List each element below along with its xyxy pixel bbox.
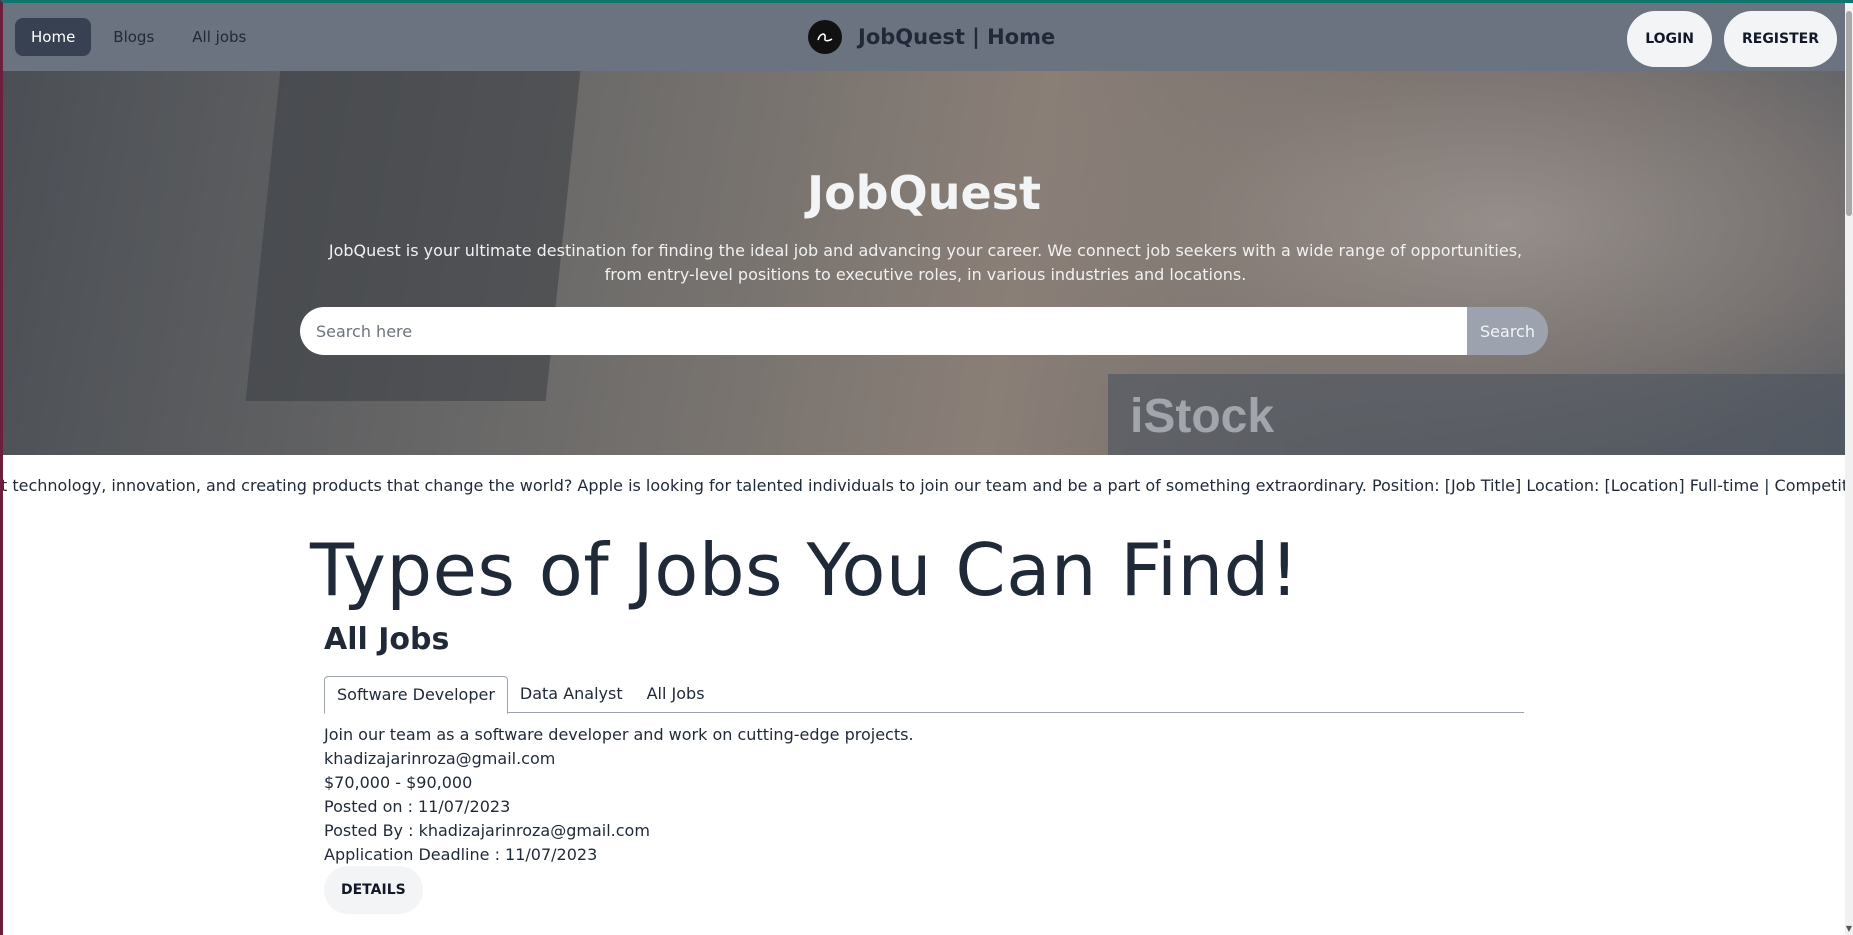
job-description: Join our team as a software developer an… [324, 725, 914, 744]
job-marquee: t technology, innovation, and creating p… [3, 474, 1845, 500]
scrollbar-thumb[interactable] [1846, 11, 1852, 216]
details-button[interactable]: DETAILS [324, 866, 423, 914]
job-salary: $70,000 - $90,000 [324, 773, 473, 792]
login-button[interactable]: LOGIN [1627, 11, 1712, 67]
brand[interactable]: JobQuest | Home [808, 20, 1055, 54]
job-category-tabs: Software Developer Data Analyst All Jobs [324, 676, 1524, 714]
job-email: khadizajarinroza@gmail.com [324, 749, 556, 768]
brand-logo-icon [808, 20, 842, 54]
scroll-down-arrow-icon[interactable]: ▼ [1845, 925, 1853, 933]
hero-title: JobQuest [806, 166, 1042, 220]
hero-banner: iStock JobQuest JobQuest is your ultimat… [3, 71, 1845, 455]
search-input[interactable] [300, 307, 1467, 355]
hero-description: JobQuest is your ultimate destination fo… [328, 241, 1523, 284]
navbar: Home Blogs All jobs JobQuest | Home LOGI… [3, 3, 1845, 71]
logo-mark-icon [817, 33, 833, 42]
register-button[interactable]: REGISTER [1723, 11, 1837, 67]
brand-title: JobQuest | Home [858, 25, 1056, 49]
section-title: Types of Jobs You Can Find! [310, 528, 1300, 612]
search-button[interactable]: Search [1467, 307, 1548, 355]
tab-all-jobs[interactable]: All Jobs [635, 676, 717, 713]
nav-link-all-jobs[interactable]: All jobs [176, 18, 262, 56]
nav-link-blogs[interactable]: Blogs [97, 18, 170, 56]
search-bar: Search [300, 307, 1548, 355]
nav-links: Home Blogs All jobs [15, 18, 262, 56]
job-card: Join our team as a software developer an… [324, 723, 914, 867]
job-posted-on: Posted on : 11/07/2023 [324, 797, 511, 816]
job-posted-by: Posted By : khadizajarinroza@gmail.com [324, 821, 650, 840]
nav-link-home[interactable]: Home [15, 18, 92, 56]
marquee-text: t technology, innovation, and creating p… [3, 476, 1845, 495]
job-deadline: Application Deadline : 11/07/2023 [324, 845, 598, 864]
page-scrollbar[interactable]: ▼ [1845, 3, 1853, 935]
watermark-logo: iStock [1130, 390, 1275, 443]
tab-data-analyst[interactable]: Data Analyst [508, 676, 635, 713]
tab-software-developer[interactable]: Software Developer [324, 676, 508, 714]
all-jobs-heading: All Jobs [324, 622, 450, 657]
auth-buttons: LOGIN REGISTER [1627, 11, 1837, 67]
